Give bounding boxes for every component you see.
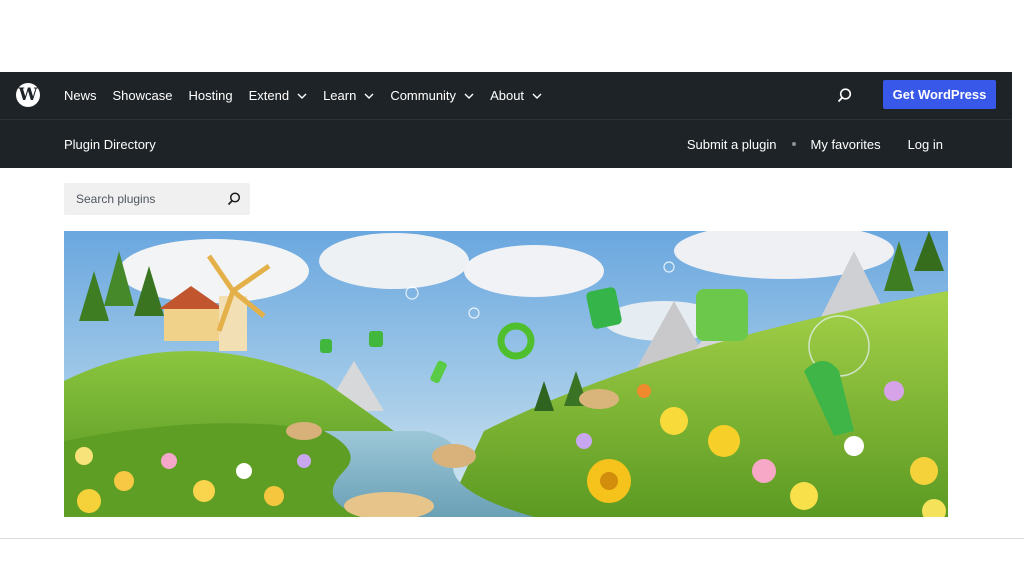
nav-item-label: Community [390,88,457,103]
nav-item-label: Learn [323,88,357,103]
search-icon[interactable] [226,191,242,207]
chevron-down-icon [464,93,474,99]
nav-item-label: Extend [248,88,290,103]
section-divider [0,538,1024,539]
submit-plugin-link[interactable]: Submit a plugin [687,137,777,152]
nav-item-label: News [64,88,97,103]
chevron-down-icon [532,93,542,99]
plugin-directory-banner-image [64,231,948,517]
plugin-directory-title[interactable]: Plugin Directory [64,137,156,152]
search-input[interactable] [64,183,214,215]
nav-item-label: Showcase [112,88,173,103]
nav-item-label: About [490,88,525,103]
chevron-down-icon [297,93,307,99]
search-icon[interactable] [836,87,853,104]
nav-item-label: Hosting [188,88,233,103]
plugin-directory-header: Plugin Directory Submit a plugin My favo… [0,119,1012,168]
nav-item-hosting[interactable]: Hosting [189,88,233,103]
separator-dot [791,142,796,146]
nav-item-news[interactable]: News [64,88,97,103]
nav-item-about[interactable]: About [490,88,542,103]
main-nav: News Showcase Hosting Extend Learn Commu… [64,72,558,119]
log-in-link[interactable]: Log in [908,137,943,152]
get-wordpress-button[interactable]: Get WordPress [883,80,996,109]
chevron-down-icon [364,93,374,99]
nav-item-showcase[interactable]: Showcase [113,88,173,103]
plugin-directory-nav: Submit a plugin My favorites Log in [687,120,943,168]
global-header: W News Showcase Hosting Extend Learn Com… [0,72,1012,119]
my-favorites-link[interactable]: My favorites [811,137,881,152]
nav-item-learn[interactable]: Learn [323,88,374,103]
wordpress-logo-icon[interactable]: W [16,83,40,107]
nav-item-community[interactable]: Community [390,88,474,103]
nav-item-extend[interactable]: Extend [249,88,307,103]
plugin-search [64,183,250,215]
